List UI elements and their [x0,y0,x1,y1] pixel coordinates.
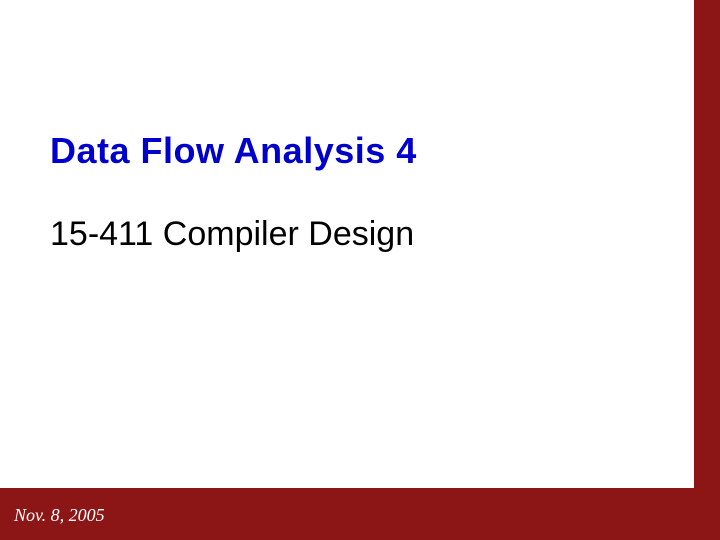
decorative-border-bottom [0,488,720,540]
decorative-border-right [694,0,720,540]
slide-subtitle: 15-411 Compiler Design [50,215,414,254]
slide-date: Nov. 8, 2005 [14,505,105,526]
slide-title: Data Flow Analysis 4 [50,130,417,172]
slide-container: Data Flow Analysis 4 15-411 Compiler Des… [0,0,720,540]
